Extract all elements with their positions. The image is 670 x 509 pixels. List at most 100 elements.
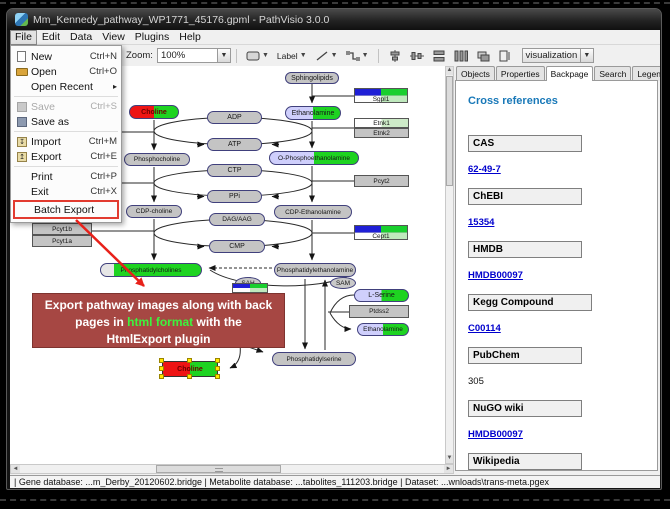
menu-item-save[interactable]: SaveCtrl+S	[12, 99, 120, 114]
selection-handle[interactable]	[159, 366, 164, 371]
menu-help[interactable]: Help	[174, 30, 206, 45]
link-hmdb-id[interactable]: HMDB00097	[468, 270, 523, 281]
client-area: File Edit Data View Plugins Help Zoom: 1…	[10, 30, 660, 488]
link-nugo-id[interactable]: HMDB00097	[468, 429, 523, 440]
node-cdp-ethanolamine[interactable]: CDP-Ethanolamine	[274, 205, 352, 219]
node-ppi[interactable]: PPi	[207, 190, 262, 203]
chevron-down-icon[interactable]: ▼	[580, 49, 592, 62]
zoom-combobox[interactable]: 100% ▼	[157, 48, 231, 63]
node-phosphatidylethanolamine[interactable]: Phosphatidylethanolamine	[274, 263, 356, 277]
visualization-combobox[interactable]: visualization ▼	[522, 48, 594, 63]
node-ethanolamine-2[interactable]: Ethanolamine	[357, 323, 409, 336]
vertical-scroll-thumb[interactable]	[446, 76, 453, 186]
panel-tab-bar: Objects Properties Backpage Search Legen…	[456, 66, 660, 81]
node-phosphocholine[interactable]: Phosphocholine	[124, 153, 190, 166]
node-cept1[interactable]: Cept1	[354, 225, 408, 240]
node-phosphatidylserine[interactable]: Phosphatidylserine	[272, 352, 356, 366]
node-choline[interactable]: Choline	[129, 105, 179, 119]
node-sgpl1[interactable]: Sgpl1	[354, 88, 408, 103]
node-atp[interactable]: ATP	[207, 138, 262, 151]
zoom-label: Zoom:	[126, 50, 153, 61]
tab-properties[interactable]: Properties	[496, 66, 545, 81]
align-center-vertical-button[interactable]	[386, 49, 404, 63]
menu-item-exit[interactable]: ExitCtrl+X	[12, 184, 120, 199]
selection-handle[interactable]	[187, 358, 192, 363]
node-cdp-choline[interactable]: CDP-choline	[126, 205, 182, 218]
scroll-right-icon[interactable]: ►	[444, 465, 453, 473]
bottom-crop-edge	[0, 499, 670, 501]
node-ctp[interactable]: CTP	[207, 164, 262, 177]
connector-tool-button[interactable]: ▼	[344, 49, 371, 63]
node-cmp[interactable]: CMP	[209, 240, 265, 253]
canvas-vertical-scrollbar[interactable]: ▲ ▼	[445, 66, 454, 464]
label-tool-button[interactable]: Label ▼	[275, 50, 309, 62]
menu-item-open-recent[interactable]: Open Recent▸	[12, 79, 120, 94]
menu-item-open[interactable]: OpenCtrl+O	[12, 64, 120, 79]
menu-data[interactable]: Data	[65, 30, 97, 45]
node-sam[interactable]: SAM	[330, 277, 356, 289]
open-folder-icon	[15, 66, 31, 78]
selection-handle[interactable]	[159, 358, 164, 363]
link-kegg-id[interactable]: C00114	[468, 323, 501, 334]
scroll-left-icon[interactable]: ◄	[11, 465, 20, 473]
node-etnk2[interactable]: Etnk2	[354, 128, 409, 138]
link-chebi-id[interactable]: 15354	[468, 217, 494, 228]
chevron-down-icon: ▼	[262, 52, 269, 59]
distribute-vertical-button[interactable]	[430, 49, 448, 63]
distribute-horizontal-button[interactable]	[452, 49, 470, 63]
tab-search[interactable]: Search	[594, 66, 631, 81]
menu-item-new[interactable]: NewCtrl+N	[12, 49, 120, 64]
distribute-vertical-icon	[432, 50, 446, 62]
menu-item-print[interactable]: PrintCtrl+P	[12, 169, 120, 184]
node-pcyt1a[interactable]: Pcyt1a	[32, 235, 92, 247]
node-sphingolipids[interactable]: Sphingolipids	[285, 72, 339, 84]
tab-legend[interactable]: Legend	[632, 66, 660, 81]
selection-handle[interactable]	[215, 374, 220, 379]
line-tool-button[interactable]: ▼	[313, 49, 340, 63]
node-dag-aag[interactable]: DAG/AAG	[209, 213, 265, 226]
tab-objects[interactable]: Objects	[456, 66, 495, 81]
menu-item-save-as[interactable]: Save as	[12, 114, 120, 129]
highlighted-text: html format	[127, 315, 193, 329]
save-as-disk-icon	[15, 116, 31, 128]
scroll-down-icon[interactable]: ▼	[446, 455, 453, 463]
selection-handle[interactable]	[187, 374, 192, 379]
menu-separator	[14, 131, 118, 132]
common-size-button[interactable]	[474, 49, 492, 63]
layout-button[interactable]	[496, 49, 514, 63]
tab-backpage[interactable]: Backpage	[546, 66, 594, 81]
scroll-up-icon[interactable]: ▲	[446, 67, 453, 75]
chevron-down-icon[interactable]: ▼	[217, 49, 230, 62]
menu-file[interactable]: File	[10, 30, 37, 45]
node-phosphatidylcholines[interactable]: Phosphatidylcholines	[100, 263, 202, 277]
align-center-horizontal-button[interactable]	[408, 49, 426, 63]
selection-handle[interactable]	[159, 374, 164, 379]
menu-item-import[interactable]: ↧ ImportCtrl+M	[12, 134, 120, 149]
node-l-serine[interactable]: L-Serine	[354, 289, 409, 302]
common-size-icon	[476, 50, 490, 62]
link-cas-id[interactable]: 62-49-7	[468, 164, 501, 175]
node-etnk1[interactable]: Etnk1	[354, 118, 409, 128]
selection-handle[interactable]	[215, 366, 220, 371]
chevron-down-icon: ▼	[362, 52, 369, 59]
menu-edit[interactable]: Edit	[37, 30, 65, 45]
menu-item-export[interactable]: ↥ ExportCtrl+E	[12, 149, 120, 164]
node-pcyt1b[interactable]: Pcyt1b	[32, 223, 92, 235]
import-icon: ↧	[15, 136, 31, 148]
canvas-horizontal-scrollbar[interactable]: ◄ ►	[10, 464, 454, 474]
node-pcyt2[interactable]: Pcyt2	[354, 175, 409, 187]
new-file-icon	[15, 51, 31, 63]
node-o-phosphoethanolamine[interactable]: O-Phosphoethanolamine	[269, 151, 359, 165]
menu-plugins[interactable]: Plugins	[130, 30, 174, 45]
menu-item-batch-export[interactable]: Batch Export	[13, 200, 119, 219]
node-ethanolamine[interactable]: Ethanolamine	[285, 106, 341, 120]
gene-tool-button[interactable]: ▼	[244, 49, 271, 63]
selection-handle[interactable]	[215, 358, 220, 363]
horizontal-scroll-thumb[interactable]	[156, 465, 281, 473]
menu-view[interactable]: View	[97, 30, 130, 45]
node-ptdss2[interactable]: Ptdss2	[349, 305, 409, 318]
node-pemt[interactable]	[232, 283, 268, 293]
annotation-callout: Export pathway images along with back pa…	[32, 293, 285, 348]
connector-tool-icon	[346, 50, 360, 62]
node-adp[interactable]: ADP	[207, 111, 262, 124]
